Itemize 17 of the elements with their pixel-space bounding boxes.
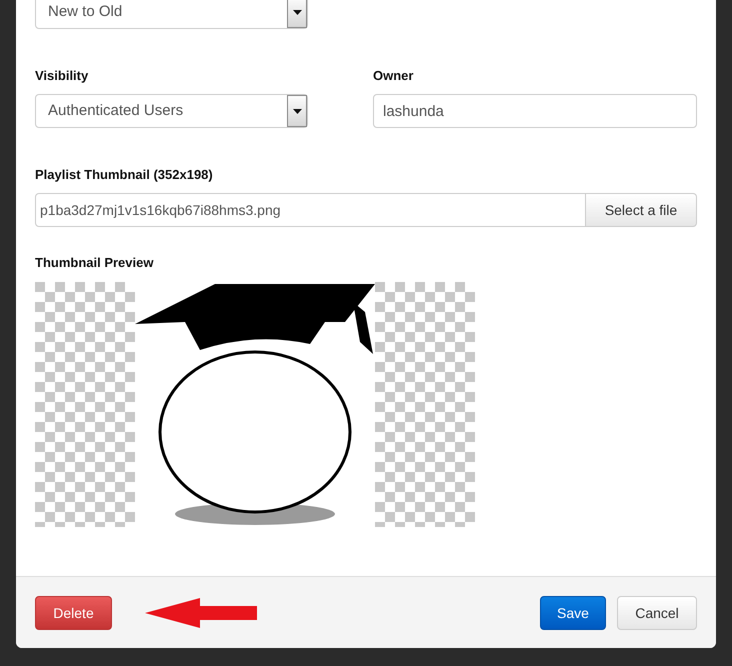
dropdown-button[interactable]	[287, 0, 307, 28]
field-label: Playlist Thumbnail (352x198)	[35, 167, 214, 183]
caret-icon	[292, 10, 302, 14]
caret-icon	[292, 108, 302, 114]
delete-button[interactable]: Delete	[35, 596, 112, 630]
owner-field[interactable]: lashunda	[373, 94, 697, 128]
field-label: Visibility	[35, 68, 90, 84]
cancel-button[interactable]: Cancel	[617, 596, 697, 630]
select-file-button[interactable]: Select a file	[586, 193, 697, 227]
arrow-icon	[145, 598, 257, 628]
dropdown-button[interactable]	[287, 95, 307, 127]
visibility-select[interactable]: Authenticated Users	[35, 94, 308, 128]
field-label: Thumbnail Preview	[35, 255, 154, 271]
field-label: Owner	[373, 68, 414, 84]
save-button[interactable]: Save	[540, 596, 606, 630]
sort-select[interactable]: New to Old	[35, 0, 308, 29]
file-name-field[interactable]: p1ba3d27mj1v1s16kqb67i88hms3.png	[35, 193, 586, 227]
